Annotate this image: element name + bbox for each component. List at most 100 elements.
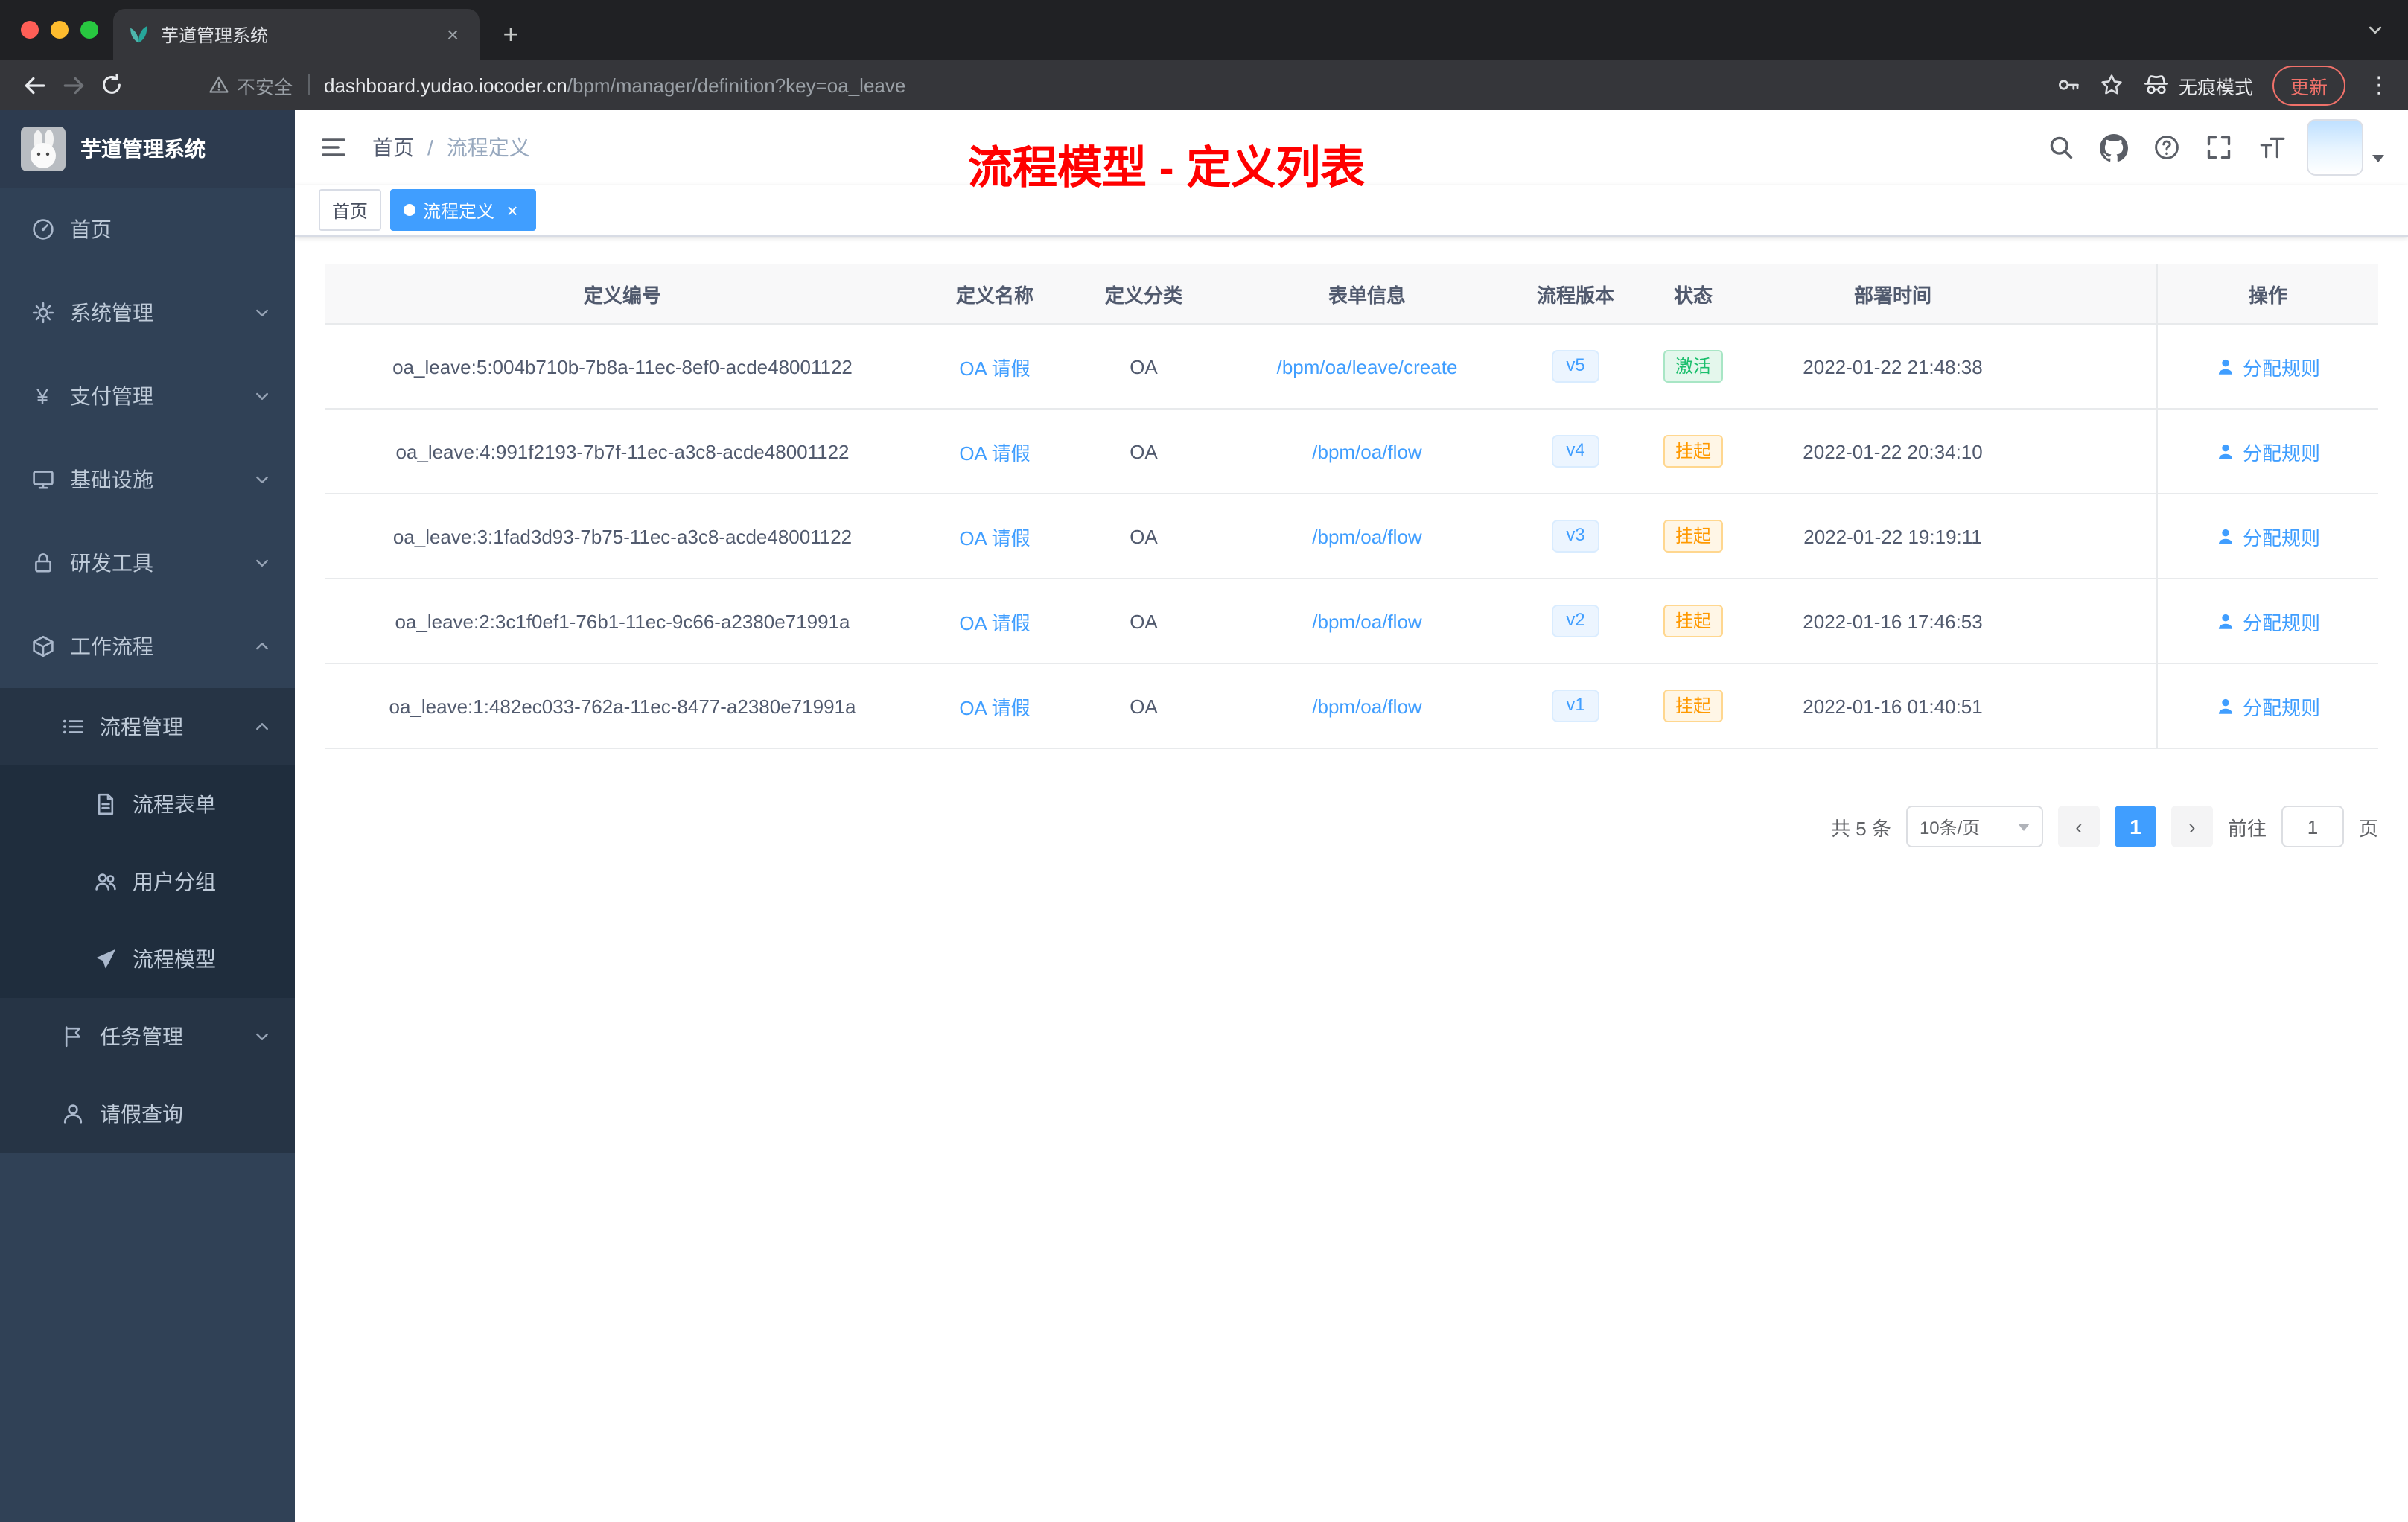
definition-name-link[interactable]: OA 请假	[959, 692, 1030, 720]
document-icon	[92, 792, 118, 816]
table-header-row: 定义编号 定义名称 定义分类 表单信息 流程版本 状态 部署时间 操作	[325, 264, 2378, 325]
tab-strip: 芋道管理系统 × +	[0, 0, 2408, 60]
form-info-link[interactable]: /bpm/oa/flow	[1312, 440, 1421, 462]
fullscreen-icon[interactable]	[2205, 134, 2232, 161]
cell-deploy-time: 2022-01-22 19:19:11	[1803, 525, 1982, 547]
cell-actions: 分配规则	[2156, 410, 2378, 493]
sidebar-item-process-model[interactable]: 流程模型	[0, 920, 295, 998]
font-size-icon[interactable]	[2258, 134, 2286, 161]
table-row: oa_leave:5:004b710b-7b8a-11ec-8ef0-acde4…	[325, 325, 2378, 410]
cell-form-info: /bpm/oa/leave/create	[1218, 325, 1516, 408]
cell-process-version: v1	[1516, 664, 1635, 748]
sidebar-item-label: 流程模型	[133, 947, 216, 971]
chevron-down-icon	[2017, 823, 2030, 830]
new-tab-button[interactable]: +	[491, 15, 530, 54]
cell-form-info: /bpm/oa/flow	[1218, 494, 1516, 578]
forward-button[interactable]	[54, 66, 92, 104]
col-filler	[2034, 264, 2156, 323]
assign-rule-button[interactable]: 分配规则	[2216, 522, 2320, 550]
lock-icon	[30, 551, 55, 575]
definition-name-link[interactable]: OA 请假	[959, 522, 1030, 550]
user-icon	[60, 1102, 85, 1126]
back-button[interactable]	[15, 66, 54, 104]
cell-definition-category: OA	[1130, 355, 1158, 378]
key-icon[interactable]	[2057, 73, 2080, 97]
help-icon[interactable]	[2153, 134, 2180, 161]
sidebar-item-system-management[interactable]: 系统管理	[0, 271, 295, 354]
tab-search-chevron-icon[interactable]	[2366, 21, 2384, 39]
gear-icon	[30, 301, 55, 325]
cell-definition-id: oa_leave:1:482ec033-762a-11ec-8477-a2380…	[389, 695, 856, 717]
sidebar-item-task-management[interactable]: 任务管理	[0, 998, 295, 1075]
definition-name-link[interactable]: OA 请假	[959, 352, 1030, 380]
assign-rule-button[interactable]: 分配规则	[2216, 692, 2320, 720]
assign-rule-button[interactable]: 分配规则	[2216, 352, 2320, 380]
current-page-button[interactable]: 1	[2114, 806, 2156, 847]
github-icon[interactable]	[2100, 133, 2128, 162]
sidebar-item-dev-tools[interactable]: 研发工具	[0, 521, 295, 605]
security-chip[interactable]: 不安全	[208, 71, 293, 99]
url-domain: dashboard.yudao.iocoder.cn	[324, 74, 567, 96]
form-info-link[interactable]: /bpm/oa/flow	[1312, 610, 1421, 632]
sidebar-item-leave-query[interactable]: 请假查询	[0, 1075, 295, 1153]
cell-filler	[2034, 494, 2156, 578]
sidebar-item-infrastructure[interactable]: 基础设施	[0, 438, 295, 521]
page-size-select[interactable]: 10条/页	[1905, 806, 2043, 847]
browser-menu-kebab-icon[interactable]: ⋮	[2365, 71, 2393, 98]
assign-rule-button[interactable]: 分配规则	[2216, 607, 2320, 635]
plane-icon	[92, 947, 118, 971]
person-icon	[2216, 442, 2235, 461]
page-label: 页	[2358, 817, 2378, 839]
sidebar-item-home[interactable]: 首页	[0, 188, 295, 271]
definition-name-link[interactable]: OA 请假	[959, 607, 1030, 635]
minimize-window-button[interactable]	[51, 21, 69, 39]
omnibox[interactable]: 不安全 dashboard.yudao.iocoder.cn/bpm/manag…	[208, 71, 2039, 99]
cell-deploy-time: 2022-01-16 01:40:51	[1803, 695, 1983, 717]
col-status: 状态	[1673, 284, 1713, 306]
assign-rule-label: 分配规则	[2242, 696, 2320, 719]
chevron-down-icon	[253, 554, 271, 572]
next-page-button[interactable]: ›	[2170, 806, 2213, 847]
navbar-actions	[2022, 119, 2384, 176]
close-window-button[interactable]	[21, 21, 39, 39]
avatar[interactable]	[2307, 119, 2363, 176]
assign-rule-button[interactable]: 分配规则	[2216, 437, 2320, 465]
chevron-down-icon	[253, 471, 271, 488]
cell-definition-name: OA 请假	[920, 664, 1069, 748]
incognito-badge: 无痕模式	[2143, 71, 2253, 99]
form-info-link[interactable]: /bpm/oa/leave/create	[1277, 355, 1458, 378]
sidebar-item-process-management[interactable]: 流程管理	[0, 688, 295, 765]
hamburger-icon[interactable]	[319, 133, 348, 162]
url-bar: 不安全 dashboard.yudao.iocoder.cn/bpm/manag…	[0, 60, 2408, 110]
definition-name-link[interactable]: OA 请假	[959, 437, 1030, 465]
zoom-window-button[interactable]	[80, 21, 98, 39]
sidebar-item-user-group[interactable]: 用户分组	[0, 843, 295, 920]
bookmark-star-icon[interactable]	[2100, 73, 2124, 97]
sidebar-item-workflow[interactable]: 工作流程	[0, 605, 295, 688]
tag-label: 首页	[332, 200, 369, 221]
prev-page-button[interactable]: ‹	[2057, 806, 2100, 847]
breadcrumb-home[interactable]: 首页	[372, 133, 414, 162]
sidebar-item-process-form[interactable]: 流程表单	[0, 765, 295, 843]
main-area: 首页 / 流程定义 流程模型 - 定义列表 首页 流程定义 × 定义编号 定义名…	[295, 110, 2408, 1522]
sidebar-item-payment-management[interactable]: ¥ 支付管理	[0, 354, 295, 438]
warning-triangle-icon	[208, 74, 229, 95]
app-shell: 芋道管理系统 首页 系统管理 ¥ 支付管理 基础设施 研发工具 工作流程 流程管理 流程表单 用户…	[0, 110, 2408, 1522]
goto-page-input[interactable]	[2281, 806, 2344, 847]
browser-tab[interactable]: 芋道管理系统 ×	[113, 9, 480, 60]
tab-close-icon[interactable]: ×	[441, 22, 465, 46]
tag-close-icon[interactable]: ×	[502, 200, 523, 220]
search-icon[interactable]	[2048, 134, 2074, 161]
incognito-icon	[2143, 71, 2170, 98]
tag-item[interactable]: 首页	[319, 189, 382, 231]
sidebar-logo[interactable]: 芋道管理系统	[0, 110, 295, 188]
update-button[interactable]: 更新	[2272, 65, 2345, 105]
refresh-button[interactable]	[92, 66, 131, 104]
sidebar-item-label: 支付管理	[70, 384, 153, 408]
sidebar-item-label: 流程管理	[100, 715, 183, 739]
form-info-link[interactable]: /bpm/oa/flow	[1312, 525, 1421, 547]
monitor-icon	[30, 468, 55, 491]
caret-down-icon[interactable]	[2372, 154, 2384, 162]
form-info-link[interactable]: /bpm/oa/flow	[1312, 695, 1421, 717]
tag-active[interactable]: 流程定义 ×	[390, 189, 537, 231]
